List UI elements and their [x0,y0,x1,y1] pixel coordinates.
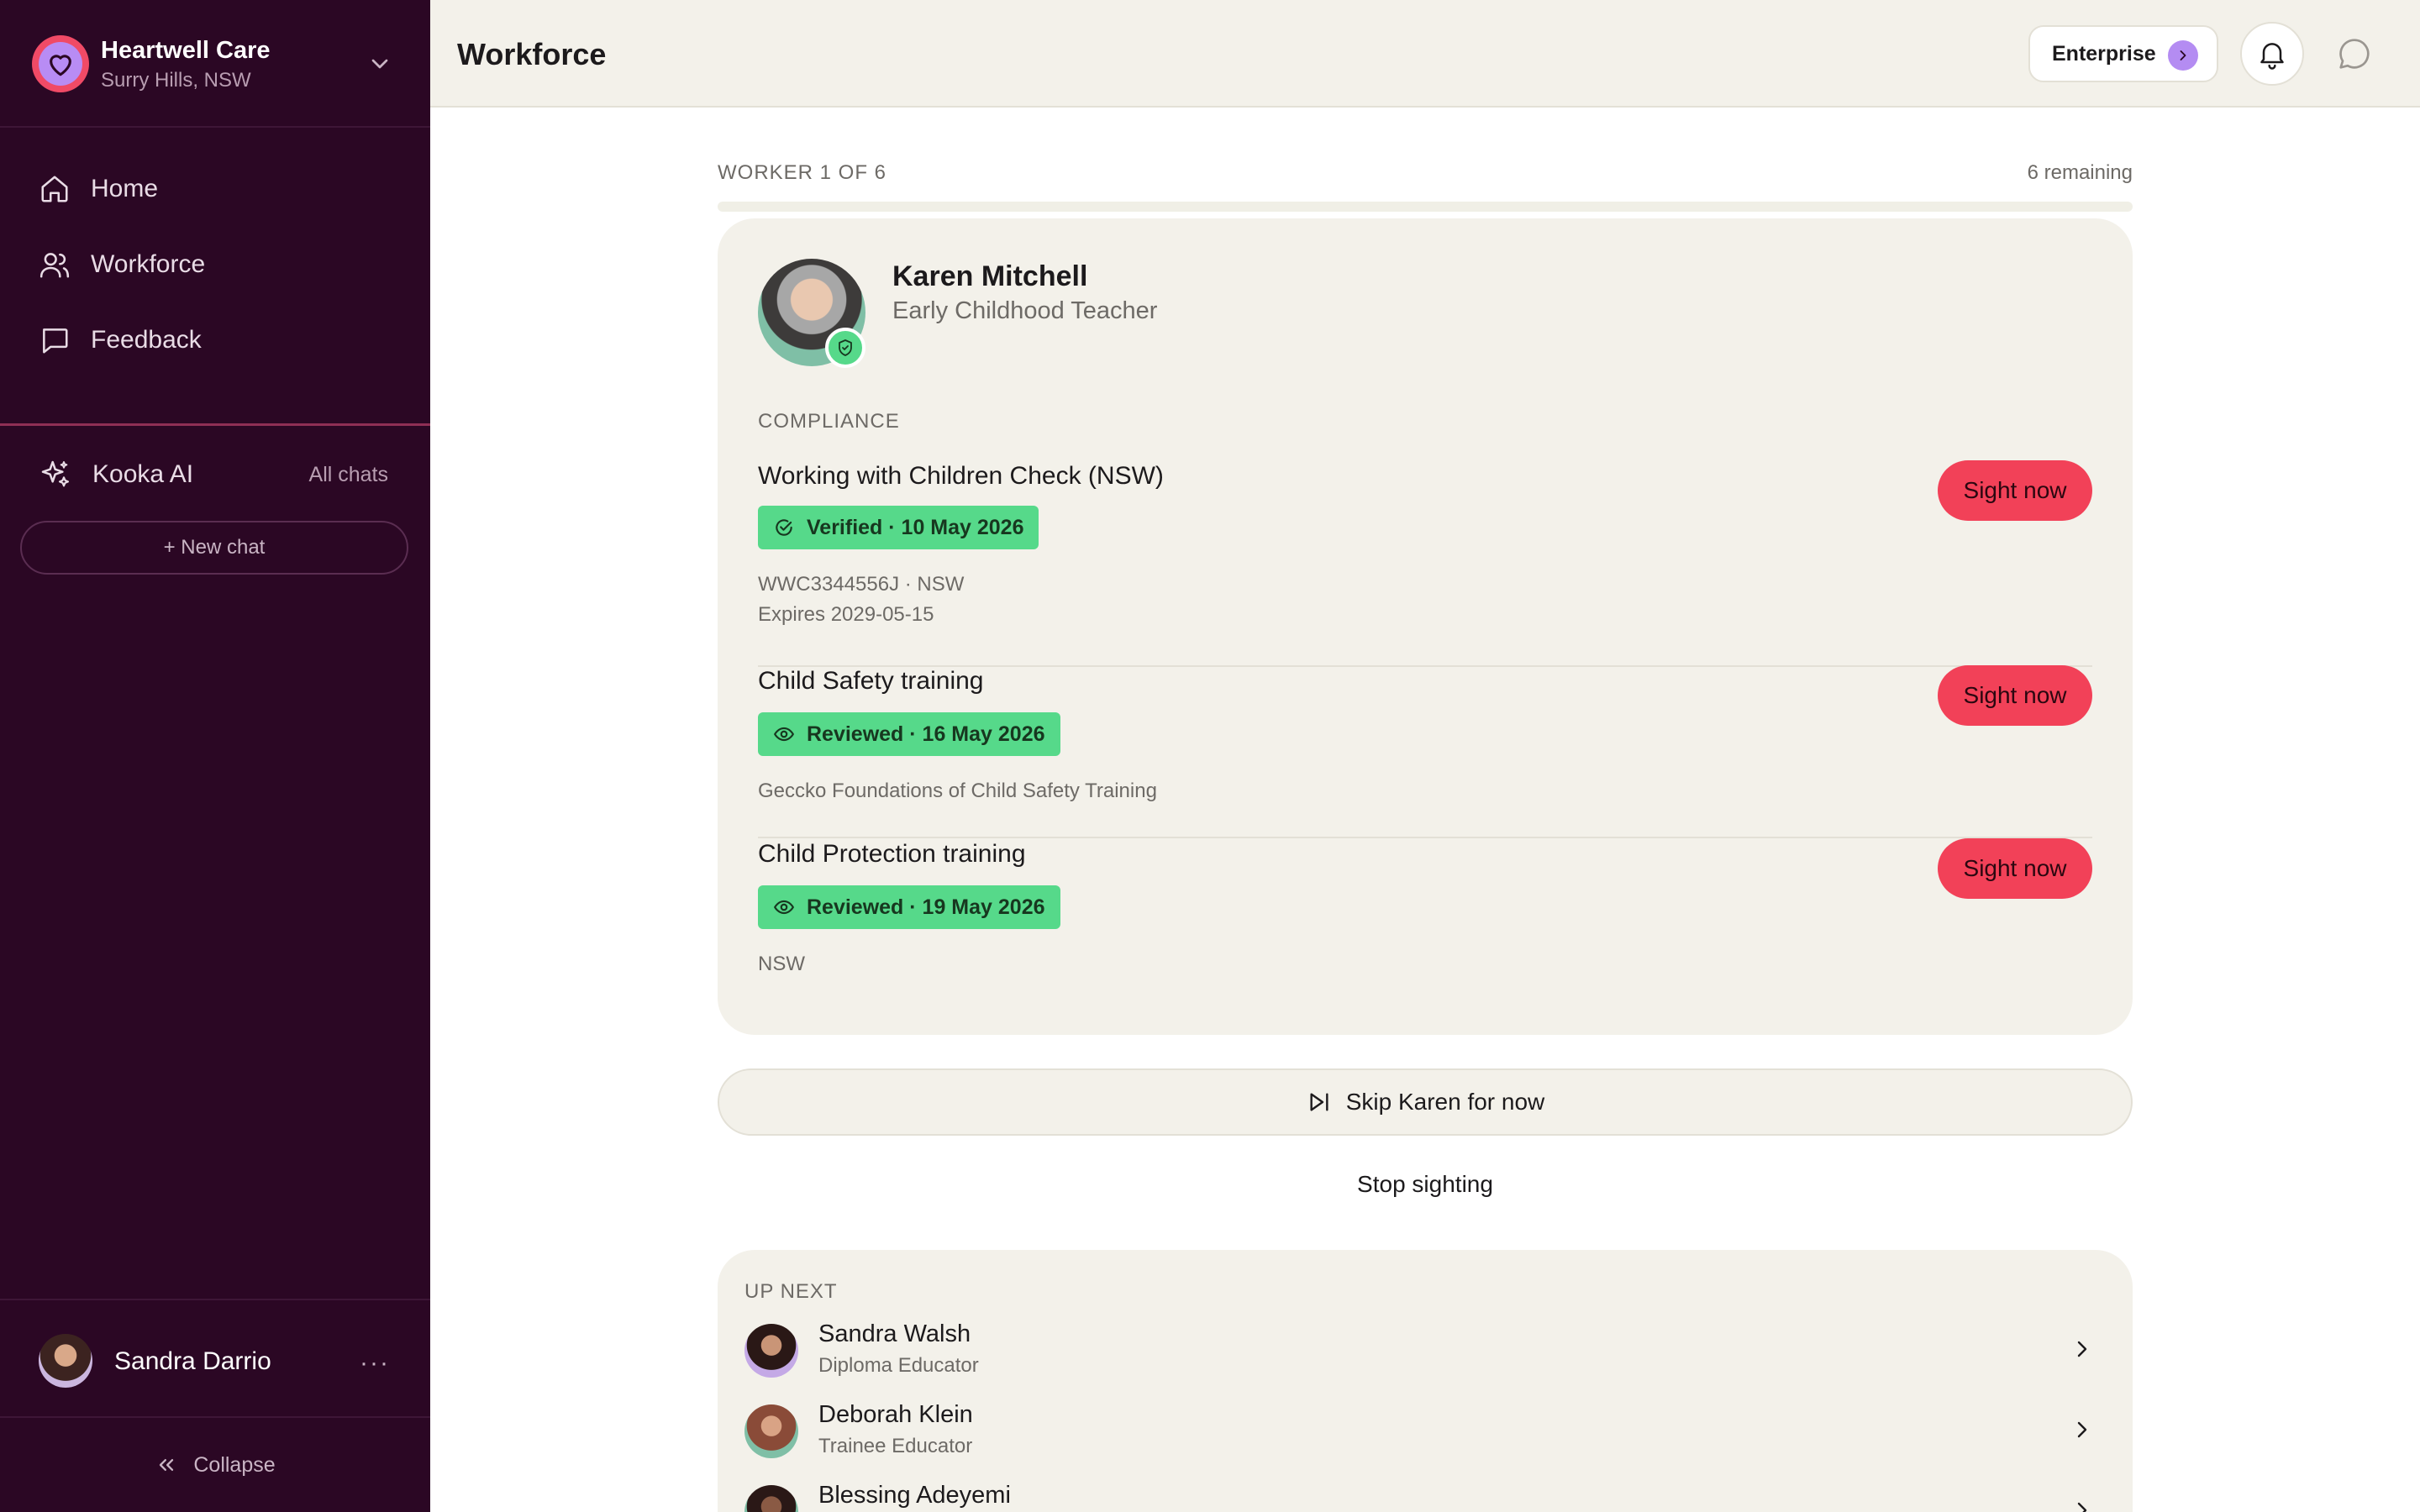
avatar [744,1485,798,1512]
list-item-role: Trainee Educator [818,1435,973,1457]
user-name: Sandra Darrio [114,1347,271,1375]
worker-name: Karen Mitchell [892,260,1088,292]
list-item[interactable]: Sandra Walsh Diploma Educator [718,1312,2133,1393]
sidebar: Heartwell Care Surry Hills, NSW Home Wor… [0,0,430,1512]
page-title: Workforce [457,37,607,71]
org-switcher[interactable]: Heartwell Care Surry Hills, NSW [0,0,430,128]
shield-check-icon [839,339,852,356]
message-square-icon [43,328,68,354]
compliance-detail: Geccko Foundations of Child Safety Train… [758,780,1157,802]
compliance-item: Child Safety training Reviewed · 16 May … [758,665,2092,838]
avatar [744,1324,798,1378]
list-item-name: Blessing Adeyemi [818,1482,1011,1509]
compliance-heading: COMPLIANCE [758,410,900,433]
messages-button[interactable] [2323,22,2386,86]
collapse-sidebar-button[interactable]: Collapse [0,1438,430,1492]
sidebar-item-label: Workforce [91,250,206,278]
sidebar-nav: Home Workforce Feedback [0,151,430,378]
sidebar-divider [0,423,430,426]
status-text: Reviewed · 19 May 2026 [807,895,1045,919]
progress-header: WORKER 1 OF 6 6 remaining [718,134,2133,212]
skip-forward-icon [1310,1093,1328,1111]
message-circle-icon [2339,39,2370,69]
org-logo [32,35,89,92]
sparkles-icon [41,460,70,487]
main-content: WORKER 1 OF 6 6 remaining Karen Mitchell… [430,109,2420,1512]
sidebar-item-label: Home [91,175,159,202]
list-item[interactable]: Deborah Klein Trainee Educator [718,1393,2133,1473]
enterprise-button[interactable]: Enterprise [2028,25,2218,82]
compliance-item: Child Protection training Reviewed · 19 … [758,838,2092,1006]
notifications-button[interactable] [2240,22,2304,86]
progress-bar [718,202,2133,212]
chevron-right-icon [2077,1421,2087,1438]
user-profile[interactable]: Sandra Darrio ··· [0,1299,430,1418]
compliance-title: Child Safety training [758,667,984,695]
chevron-right-icon [2077,1341,2087,1357]
remaining-count: 6 remaining [2027,161,2133,184]
list-item-name: Deborah Klein [818,1401,973,1428]
worker-card: Karen Mitchell Early Childhood Teacher C… [718,218,2133,1035]
skip-label: Skip Karen for now [1345,1089,1545,1115]
status-text: Reviewed · 16 May 2026 [807,722,1045,746]
chevrons-left-icon [160,1459,174,1471]
enterprise-label: Enterprise [2052,41,2156,66]
eye-icon [774,727,794,742]
compliance-title: Child Protection training [758,840,1026,868]
stop-sighting-button[interactable]: Stop sighting [718,1159,2133,1210]
bell-icon [2260,43,2284,70]
sidebar-item-home[interactable]: Home [0,151,430,227]
worker-role: Early Childhood Teacher [892,297,1158,324]
status-badge: Reviewed · 19 May 2026 [758,885,1060,929]
verified-badge [825,328,865,368]
compliance-detail: Expires 2029-05-15 [758,603,934,626]
list-item-name: Sandra Walsh [818,1320,971,1347]
chevron-down-icon[interactable] [366,50,393,77]
more-options-icon[interactable]: ··· [360,1349,390,1378]
all-chats-link[interactable]: All chats [309,463,388,487]
avatar [744,1404,798,1458]
compliance-title: Working with Children Check (NSW) [758,462,1164,490]
sidebar-item-workforce[interactable]: Workforce [0,227,430,302]
sight-now-button[interactable]: Sight now [1938,460,2092,521]
heart-icon [50,55,71,76]
home-icon [41,176,68,202]
org-location: Surry Hills, NSW [101,69,251,92]
sidebar-item-kooka-ai[interactable]: Kooka AI All chats [0,445,430,504]
compliance-detail: NSW [758,953,805,975]
chevron-right-icon [2077,1502,2087,1512]
collapse-label: Collapse [193,1452,276,1477]
list-item[interactable]: Blessing Adeyemi [718,1473,2133,1512]
compliance-item: Working with Children Check (NSW) Verifi… [758,460,2092,667]
eye-icon [774,900,794,915]
status-badge: Verified · 10 May 2026 [758,506,1039,549]
status-text: Verified · 10 May 2026 [807,515,1024,539]
skip-worker-button[interactable]: Skip Karen for now [718,1068,2133,1136]
chevron-right-icon [2168,40,2198,71]
org-name: Heartwell Care [101,37,271,64]
sidebar-item-feedback[interactable]: Feedback [0,302,430,378]
status-badge: Reviewed · 16 May 2026 [758,712,1060,756]
up-next-panel: UP NEXT Sandra Walsh Diploma Educator De… [718,1250,2133,1512]
sight-now-button[interactable]: Sight now [1938,838,2092,899]
users-icon [39,253,70,278]
worker-count: WORKER 1 OF 6 [718,161,887,184]
sight-now-button[interactable]: Sight now [1938,665,2092,726]
new-chat-button[interactable]: + New chat [20,521,408,575]
avatar [39,1334,92,1388]
compliance-detail: WWC3344556J · NSW [758,573,965,596]
check-circle-icon [776,519,792,536]
top-bar: Workforce Enterprise [430,0,2420,108]
up-next-heading: UP NEXT [744,1280,838,1303]
kooka-ai-label: Kooka AI [92,460,194,488]
list-item-role: Diploma Educator [818,1354,979,1377]
sidebar-item-label: Feedback [91,326,202,354]
